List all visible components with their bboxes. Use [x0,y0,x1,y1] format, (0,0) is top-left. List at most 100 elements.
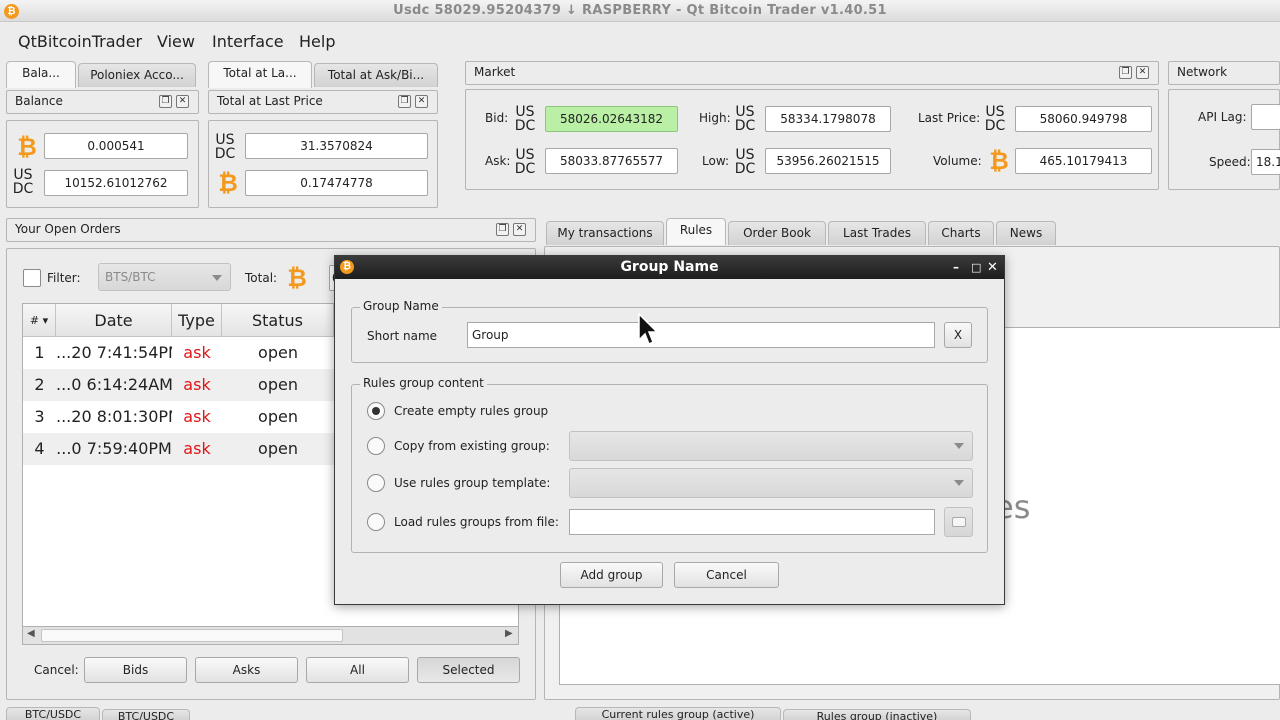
tab-charts[interactable]: Charts [928,221,994,245]
bid-value: 58026.02643182 [545,106,678,132]
scrollbar-thumb[interactable] [41,629,343,642]
cancel-selected-button[interactable]: Selected [417,657,520,683]
menu-view[interactable]: View [157,32,195,51]
total-header: Total at Last Price ❐ ✕ [208,90,438,114]
bitcoin-icon: ₿ [340,260,354,274]
load-file-label[interactable]: Load rules groups from file: [394,515,559,529]
scroll-right-icon[interactable]: ▶ [505,628,513,639]
total-title: Total at Last Price [217,94,323,108]
filter-select[interactable]: BTS/BTC [98,263,231,291]
order-date: ...20 7:41:54PM [56,343,172,362]
copy-existing-label[interactable]: Copy from existing group: [394,439,550,453]
tab-order-book[interactable]: Order Book [728,221,826,245]
horizontal-scrollbar[interactable]: ◀ ▶ [22,626,519,645]
bottom-tab-pair-1[interactable]: BTC/USDC [6,707,100,720]
create-empty-radio[interactable] [367,402,385,420]
load-file-input[interactable] [569,509,935,535]
cancel-all-button[interactable]: All [306,657,409,683]
float-icon[interactable]: ❐ [398,95,411,108]
copy-existing-radio[interactable] [367,437,385,455]
load-file-radio[interactable] [367,513,385,531]
use-template-radio[interactable] [367,474,385,492]
total-btc-value: 0.17474778 [245,170,428,196]
maximize-icon[interactable]: □ [971,256,981,279]
menu-qtbitcointrader[interactable]: QtBitcoinTrader [18,32,142,51]
close-icon[interactable]: ✕ [987,256,998,279]
bitcoin-icon: ₿ [17,133,37,161]
bottom-tab-pair-2[interactable]: BTC/USDC [102,709,190,720]
tab-my-transactions[interactable]: My transactions [546,221,664,245]
close-icon[interactable]: ✕ [415,95,428,108]
tab-news[interactable]: News [996,221,1056,245]
balance-usdc-value: 10152.61012762 [44,170,188,196]
network-header: Network [1168,61,1280,85]
low-value: 53956.26021515 [765,148,891,174]
speed-label: Speed: [1209,155,1251,169]
volume-label: Volume: [933,154,982,168]
group-name-legend: Group Name [360,299,442,313]
browse-file-button[interactable] [944,507,973,537]
balance-header: Balance ❐ ✕ [6,90,199,114]
filter-select-value: BTS/BTC [105,270,156,284]
cancel-bids-button[interactable]: Bids [84,657,187,683]
balance-panel: ₿ 0.000541 US DC 10152.61012762 [6,120,199,208]
menu-help[interactable]: Help [299,32,335,51]
api-lag-value [1251,104,1280,130]
filter-label: Filter: [47,271,81,285]
column-status[interactable]: Status [222,304,334,337]
bottom-tab-current-rules[interactable]: Current rules group (active) [575,707,781,720]
tab-rules[interactable]: Rules [666,218,726,245]
float-icon[interactable]: ❐ [496,223,509,236]
cancel-asks-button[interactable]: Asks [195,657,298,683]
mouse-cursor-icon [638,312,659,346]
tab-last-trades[interactable]: Last Trades [828,221,926,245]
usdc-label: US DC [984,104,1006,134]
use-template-label[interactable]: Use rules group template: [394,476,550,490]
cancel-button[interactable]: Cancel [674,562,779,588]
column-type[interactable]: Type [172,304,222,337]
float-icon[interactable]: ❐ [1119,66,1132,79]
short-name-input[interactable]: Group [467,322,935,348]
existing-group-select[interactable] [569,431,973,461]
volume-value: 465.10179413 [1015,148,1152,174]
tab-total-at-ask-bid[interactable]: Total at Ask/Bi... [314,63,438,87]
add-group-button[interactable]: Add group [560,562,663,588]
window-titlebar: ₿ Usdc 58029.95204379 ↓ RASPBERRY - Qt B… [0,0,1280,22]
sort-down-icon: ▾ [42,314,49,327]
market-title: Market [474,65,516,79]
clear-name-button[interactable]: X [944,322,972,348]
low-label: Low: [702,154,730,168]
rules-group-content-legend: Rules group content [360,376,487,390]
tab-poloniex-account[interactable]: Poloniex Acco... [78,63,196,87]
tab-total-at-last[interactable]: Total at La... [208,61,312,88]
orders-title: Your Open Orders [15,222,121,236]
column-number[interactable]: # ▾ [23,304,56,337]
high-label: High: [699,111,731,125]
market-header: Market ❐ ✕ [465,61,1159,85]
order-status: open [258,375,298,394]
usdc-label: US DC [214,132,236,162]
column-date[interactable]: Date [56,304,172,337]
cancel-label: Cancel: [34,663,79,677]
order-type: ask [183,375,211,394]
float-icon[interactable]: ❐ [159,95,172,108]
close-icon[interactable]: ✕ [1136,66,1149,79]
total-panel: US DC 31.3570824 ₿ 0.17474778 [208,120,438,208]
usdc-label: US DC [12,167,34,197]
network-panel: API Lag: Speed: 18.1 [1168,89,1280,190]
api-lag-label: API Lag: [1198,110,1247,124]
create-empty-label[interactable]: Create empty rules group [394,404,548,418]
close-icon[interactable]: ✕ [513,223,526,236]
scroll-left-icon[interactable]: ◀ [27,628,35,639]
balance-title: Balance [15,94,63,108]
bid-label: Bid: [485,111,509,125]
close-icon[interactable]: ✕ [176,95,189,108]
order-type: ask [183,439,211,458]
tab-balance[interactable]: Bala... [6,61,76,88]
filter-checkbox[interactable] [23,269,41,287]
minimize-icon[interactable]: – [953,256,959,279]
template-select[interactable] [569,468,973,498]
group-name-box: Group Name Short name Group X [351,299,988,363]
menu-interface[interactable]: Interface [212,32,284,51]
bottom-tab-rules-group[interactable]: Rules group (inactive) [783,709,971,720]
